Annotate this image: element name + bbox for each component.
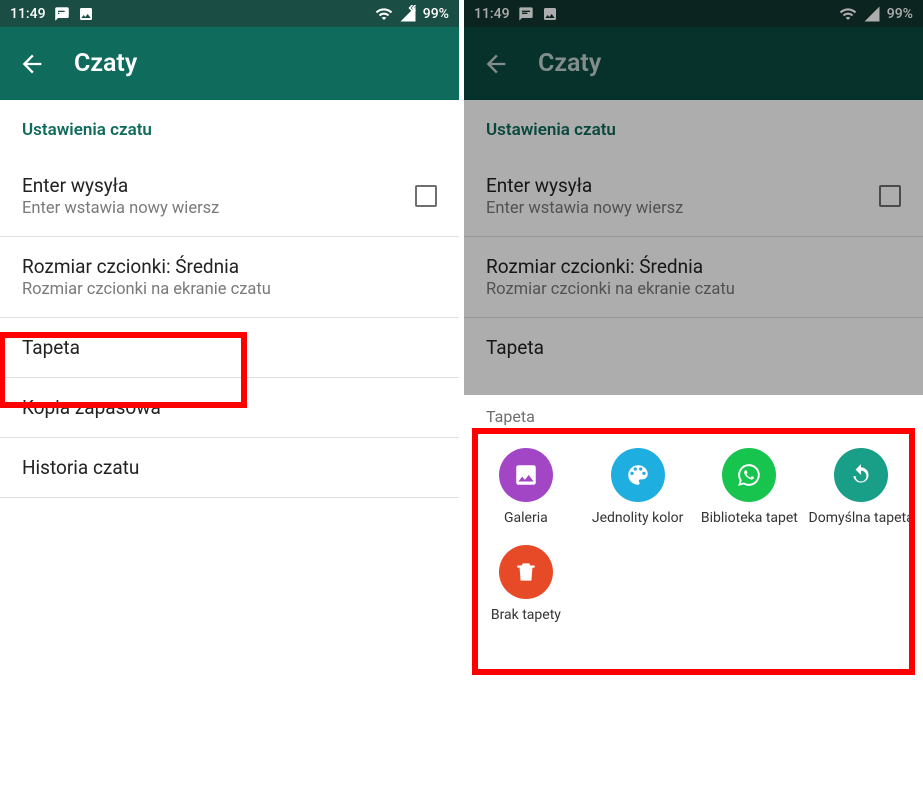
scrim-overlay[interactable] [464,0,923,395]
signal-icon [399,5,417,23]
section-header: Ustawienia czatu [0,100,459,156]
option-no-wallpaper[interactable]: Brak tapety [470,545,582,624]
enter-sends-checkbox[interactable] [415,185,437,207]
back-icon[interactable] [18,50,46,78]
option-default-wallpaper[interactable]: Domyślna tapeta [805,448,917,527]
option-label: Jednolity kolor [592,510,683,527]
option-label: Brak tapety [491,607,561,624]
whatsapp-icon [722,448,776,502]
notification-image-icon [78,6,94,22]
row-primary: Rozmiar czcionki: Średnia [22,255,271,278]
option-label: Domyślna tapeta [809,510,914,527]
option-label: Biblioteka tapet [701,510,798,527]
row-secondary: Enter wstawia nowy wiersz [22,199,219,218]
battery-level: 99% [423,6,449,22]
notification-text-icon [54,6,70,22]
setting-history[interactable]: Historia czatu [0,438,459,497]
gallery-icon [499,448,553,502]
page-title: Czaty [74,49,137,78]
setting-wallpaper[interactable]: Tapeta [0,318,459,377]
app-bar: Czaty [0,27,459,100]
wifi-icon [375,5,393,23]
restore-icon [834,448,888,502]
option-solid-color[interactable]: Jednolity kolor [582,448,694,527]
row-secondary: Rozmiar czcionki na ekranie czatu [22,280,271,299]
setting-font-size[interactable]: Rozmiar czcionki: Średnia Rozmiar czcion… [0,237,459,317]
sheet-title: Tapeta [464,395,923,434]
option-gallery[interactable]: Galeria [470,448,582,527]
wallpaper-options-grid: Galeria Jednolity kolor Biblioteka tapet… [464,434,923,624]
status-time: 11:49 [10,6,46,22]
phone-left: 11:49 99% Czaty Ustawienia czatu [0,0,459,795]
setting-enter-sends[interactable]: Enter wysyła Enter wstawia nowy wiersz [0,156,459,236]
settings-list: Ustawienia czatu Enter wysyła Enter wsta… [0,100,459,498]
row-primary: Kopia zapasowa [22,396,161,419]
option-label: Galeria [504,510,548,527]
trash-icon [499,545,553,599]
wallpaper-bottom-sheet: Tapeta Galeria Jednolity kolor Bibliotek… [464,395,923,795]
phone-right: 11:49 99% Czaty Ustawienia czatu [464,0,923,795]
palette-icon [611,448,665,502]
option-wallpaper-library[interactable]: Biblioteka tapet [694,448,806,527]
setting-backup[interactable]: Kopia zapasowa [0,378,459,437]
divider [0,497,459,498]
row-primary: Enter wysyła [22,174,219,197]
row-primary: Tapeta [22,336,80,359]
status-bar: 11:49 99% [0,0,459,27]
row-primary: Historia czatu [22,456,139,479]
